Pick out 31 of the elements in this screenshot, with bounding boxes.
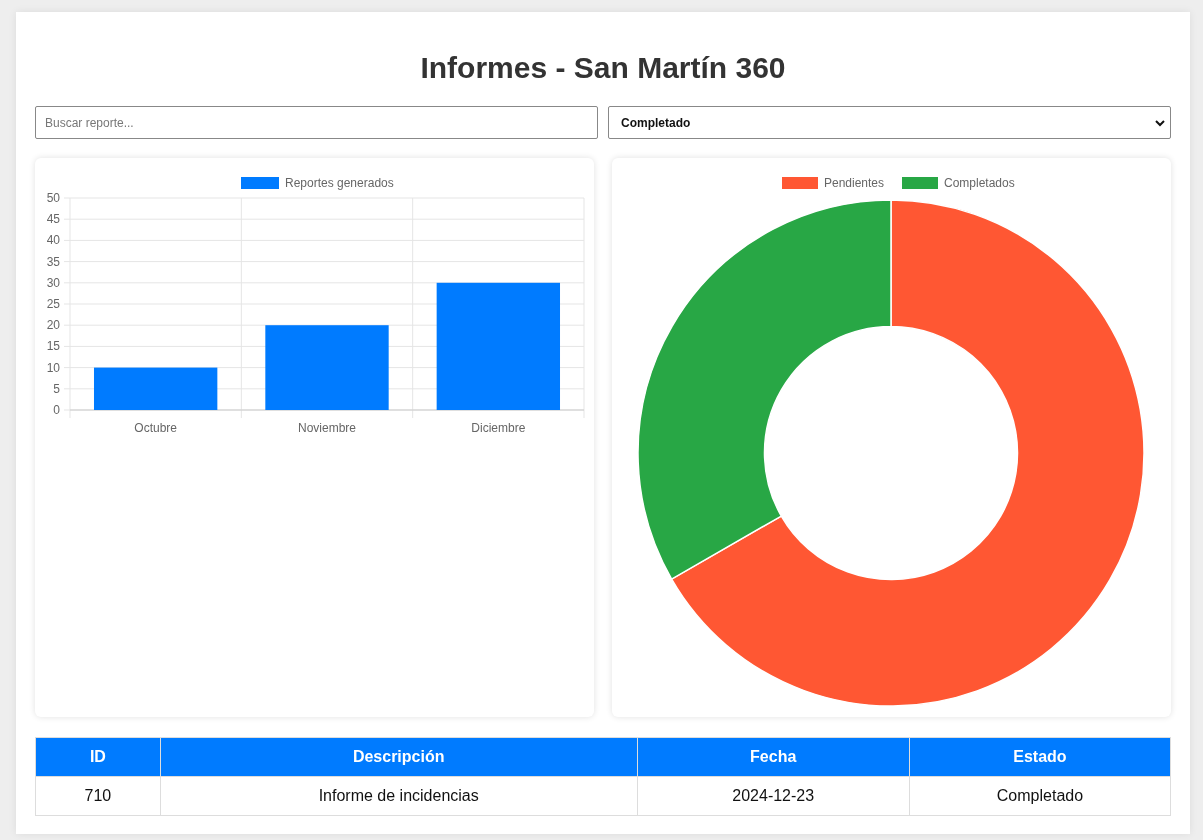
- axis-tick-label: 10: [46, 360, 60, 375]
- search-field[interactable]: Buscar reporte...: [35, 106, 598, 139]
- table-cell: Informe de incidencias: [160, 776, 638, 816]
- axis-tick-label: 30: [46, 275, 60, 290]
- axis-category-label: Diciembre: [471, 421, 526, 435]
- axis-tick-label: 50: [46, 191, 60, 205]
- legend-swatch: [902, 177, 938, 189]
- axis-tick-label: 0: [53, 403, 60, 417]
- axis-tick-label: 40: [46, 233, 60, 248]
- legend-swatch: [782, 177, 818, 189]
- axis-tick-label: 15: [46, 339, 60, 354]
- table-cell: Completado: [909, 776, 1171, 816]
- legend-label[interactable]: Completados: [944, 176, 1015, 190]
- column-header: Fecha: [637, 737, 910, 777]
- legend-swatch: [241, 177, 279, 189]
- legend-label[interactable]: Reportes generados: [285, 176, 394, 190]
- axis-tick-label: 20: [46, 318, 60, 333]
- legend-label[interactable]: Pendientes: [824, 176, 885, 190]
- axis-category-label: Octubre: [134, 421, 177, 435]
- axis-category-label: Noviembre: [298, 421, 356, 435]
- axis-tick-label: 25: [46, 297, 60, 311]
- table-cell: 2024-12-23: [637, 776, 910, 816]
- axis-tick-label: 45: [46, 212, 60, 227]
- page-title: Informes - San Martín 360: [419, 50, 787, 86]
- column-header: Descripción: [160, 737, 638, 777]
- axis-tick-label: 5: [53, 381, 60, 396]
- axis-tick-label: 35: [46, 254, 60, 269]
- column-header: Estado: [909, 737, 1171, 777]
- status-dropdown[interactable]: Completado: [608, 106, 1171, 139]
- column-header: ID: [35, 737, 161, 777]
- table-cell: 710: [35, 776, 161, 816]
